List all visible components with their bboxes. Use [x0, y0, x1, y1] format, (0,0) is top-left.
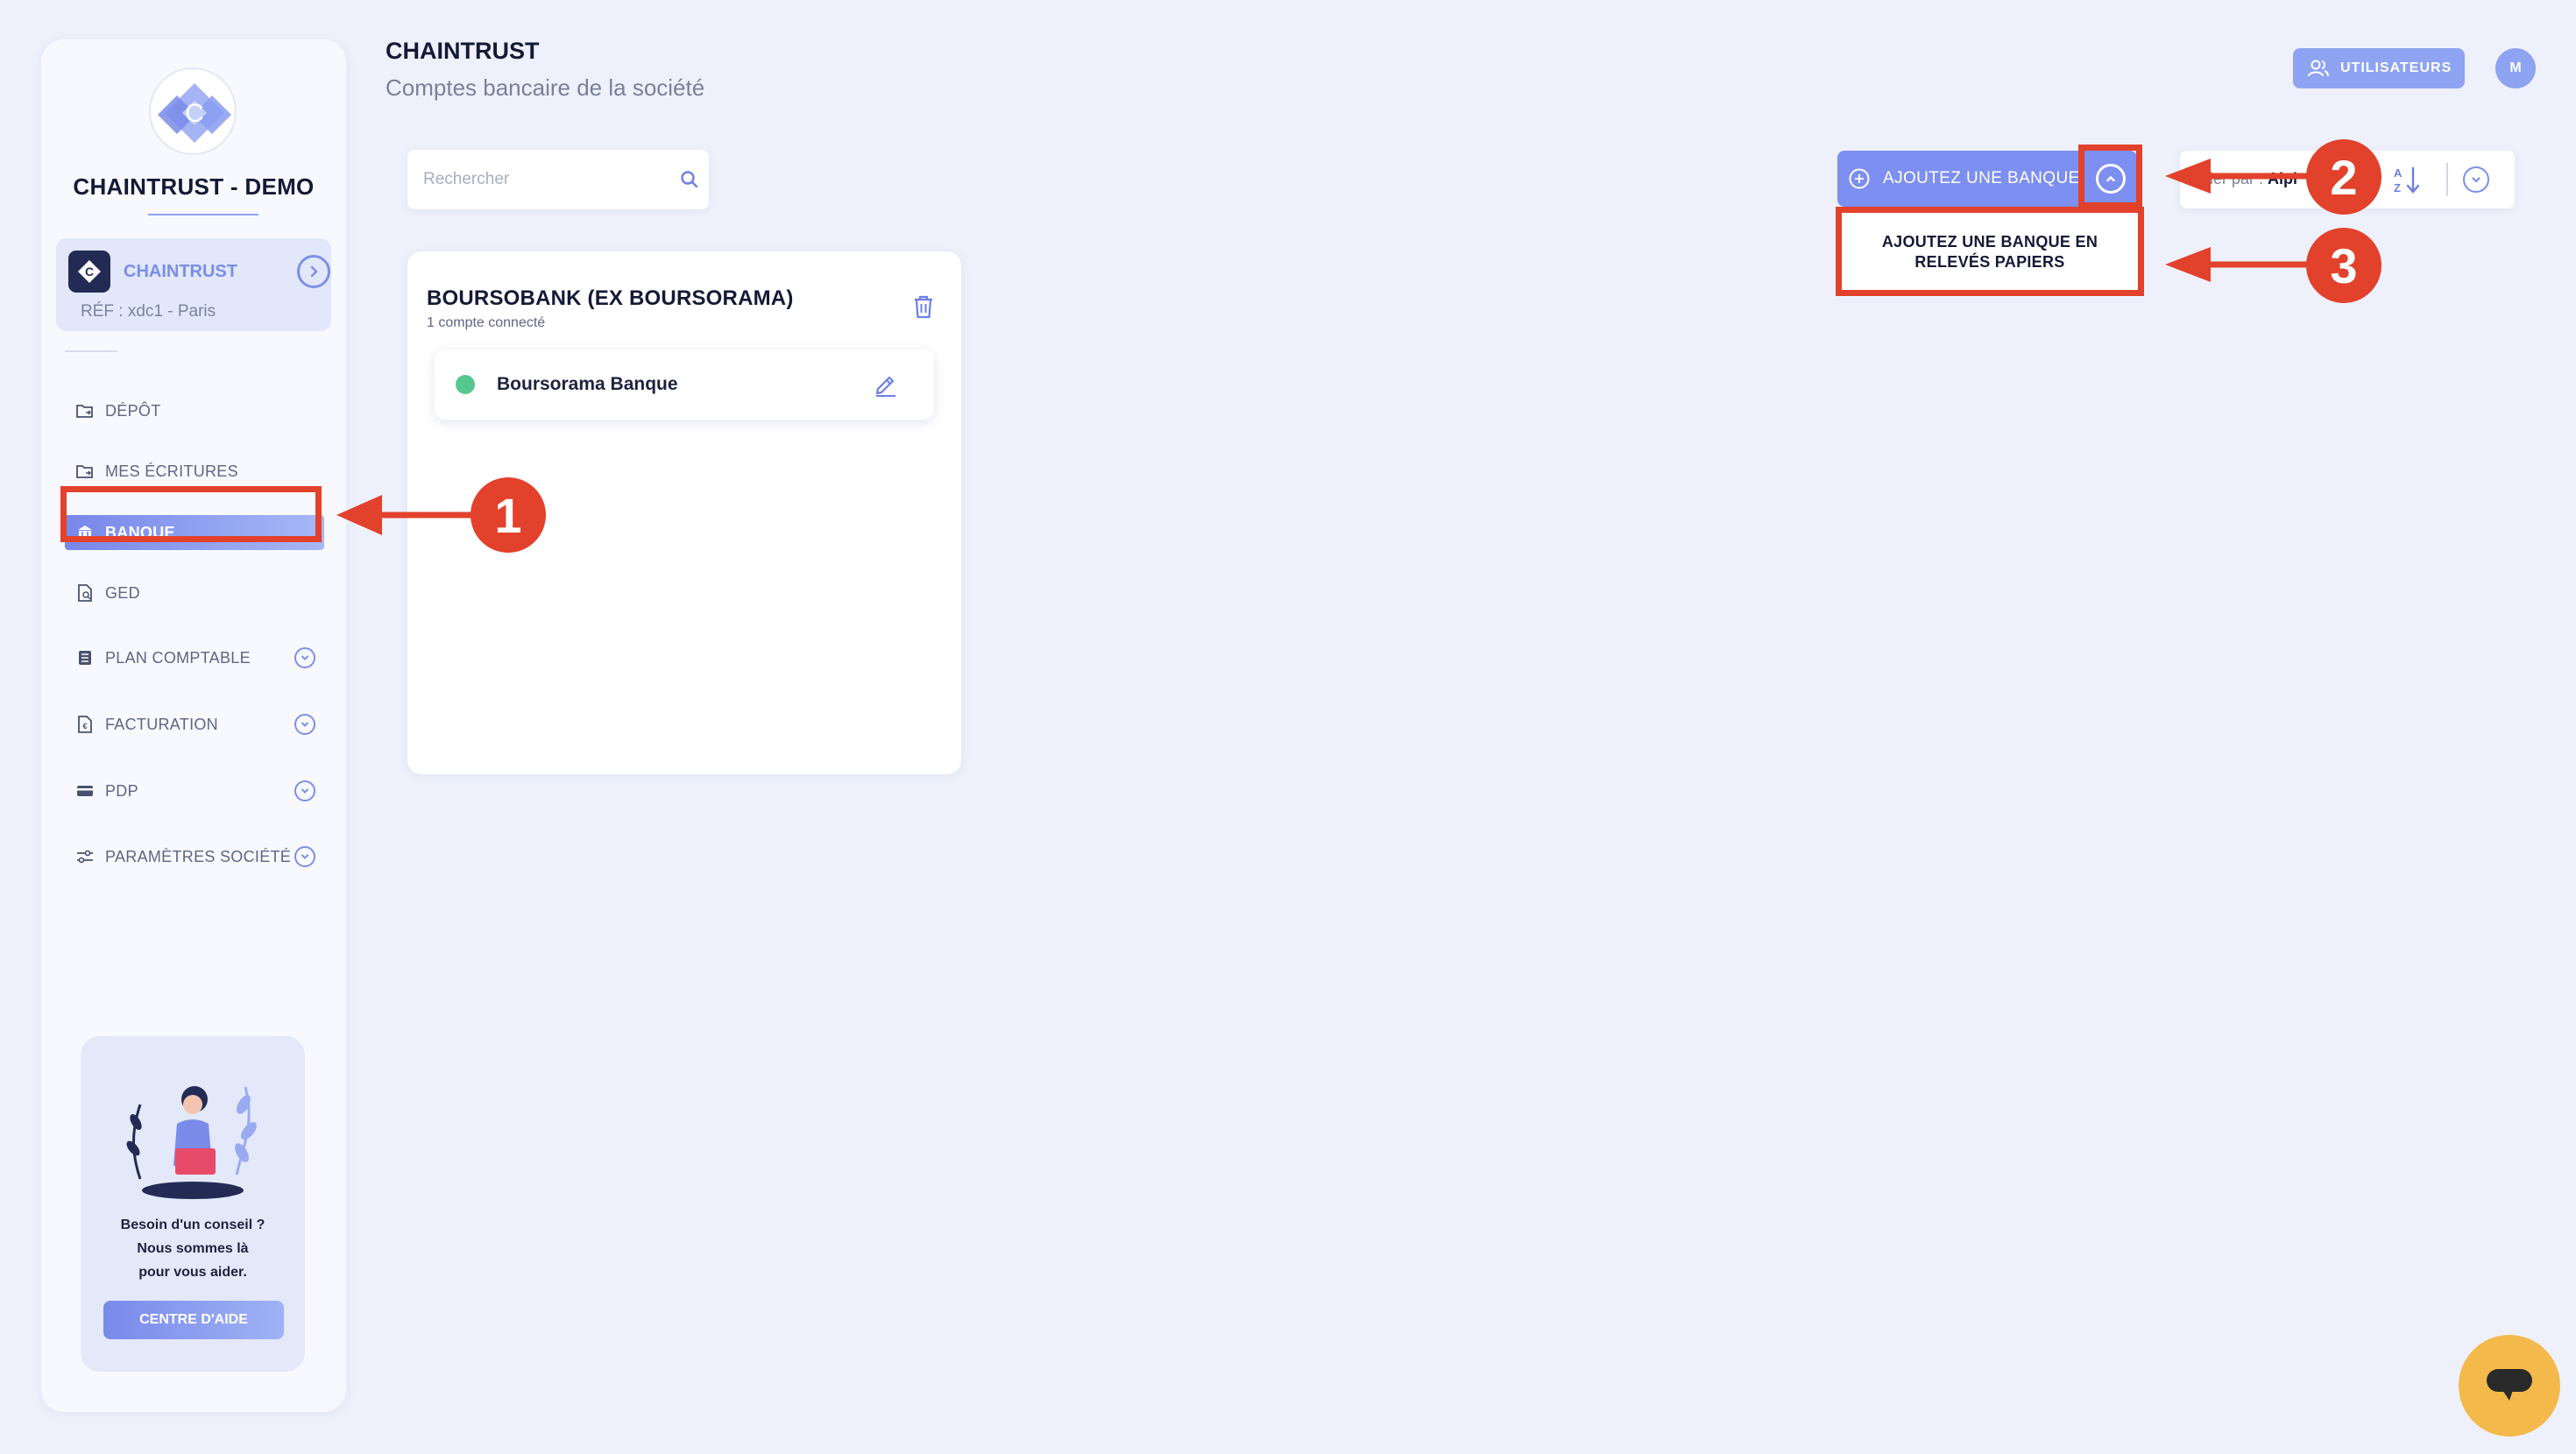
document-search-icon — [74, 582, 96, 604]
help-line-2: Nous sommes là — [137, 1241, 249, 1256]
folder-sync-icon — [74, 399, 96, 422]
sidebar-item-label: PLAN COMPTABLE — [105, 648, 251, 667]
highlight-box-3 — [1836, 207, 2144, 296]
chevron-right-icon[interactable] — [297, 255, 330, 288]
annotation-badge-1: 1 — [471, 477, 546, 553]
add-bank-label: AJOUTEZ UNE BANQUE — [1883, 169, 2080, 187]
help-text: Besoin d'un conseil ? Nous sommes là pou… — [81, 1213, 305, 1284]
svg-text:A: A — [2394, 166, 2403, 180]
sidebar-item-facturation[interactable]: € FACTURATION — [65, 707, 324, 742]
trash-icon[interactable] — [912, 293, 935, 324]
chevron-down-icon[interactable] — [294, 846, 315, 867]
bank-name: BOURSOBANK (EX BOURSORAMA) — [427, 286, 794, 310]
company-avatar: C — [68, 251, 110, 293]
company-name-underline — [148, 214, 258, 215]
sidebar-item-label: FACTURATION — [105, 715, 218, 733]
sidebar-item-parametres-societe[interactable]: PARAMÈTRES SOCIÉTÉ — [65, 839, 324, 874]
chevron-down-icon[interactable] — [2463, 166, 2489, 193]
company-switcher-card[interactable]: C CHAINTRUST RÉF : xdc1 - Paris — [56, 238, 331, 331]
sidebar-item-plan-comptable[interactable]: PLAN COMPTABLE — [65, 640, 324, 675]
chat-support-button[interactable] — [2459, 1335, 2560, 1436]
svg-text:€: € — [82, 722, 87, 731]
annotation-badge-3: 3 — [2306, 228, 2381, 303]
chat-icon — [2487, 1369, 2532, 1401]
folder-sync-icon — [74, 460, 96, 483]
svg-text:C: C — [85, 265, 94, 279]
edit-pencil-icon[interactable] — [873, 371, 899, 401]
annotation-badge-2: 2 — [2306, 139, 2381, 215]
company-reference: RÉF : xdc1 - Paris — [81, 302, 216, 321]
highlight-box-1 — [60, 486, 322, 542]
users-button[interactable]: UTILISATEURS — [2293, 48, 2465, 88]
connected-status-dot — [456, 375, 475, 394]
arrow-left-icon — [2165, 247, 2311, 282]
search-icon[interactable] — [679, 169, 700, 194]
sort-divider — [2446, 163, 2448, 196]
chevron-down-icon[interactable] — [294, 647, 315, 668]
company-logo-icon: C — [78, 260, 101, 283]
users-icon — [2307, 59, 2330, 78]
sidebar-divider — [65, 350, 117, 352]
support-illustration — [126, 1086, 257, 1199]
sidebar-item-label: GED — [105, 583, 140, 602]
company-card-title: CHAINTRUST — [124, 262, 237, 281]
sidebar: C CHAINTRUST - DEMO C CHAINTRUST RÉF : x… — [41, 39, 346, 1412]
highlight-box-2 — [2078, 145, 2142, 208]
sidebar-item-depot[interactable]: DÉPÔT — [65, 393, 324, 428]
svg-text:Z: Z — [2394, 181, 2401, 194]
chaintrust-logo[interactable]: C — [149, 67, 237, 155]
page-subtitle: Comptes bancaire de la société — [386, 74, 705, 101]
page-title: CHAINTRUST — [386, 38, 540, 64]
add-bank-button[interactable]: AJOUTEZ UNE BANQUE — [1837, 151, 2084, 207]
sidebar-item-label: DÉPÔT — [105, 401, 161, 420]
sidebar-item-mes-ecritures[interactable]: MES ÉCRITURES — [65, 454, 324, 489]
arrow-left-icon — [2165, 159, 2311, 194]
invoice-icon: € — [74, 713, 96, 736]
users-button-label: UTILISATEURS — [2340, 60, 2452, 75]
plus-circle-icon — [1848, 167, 1871, 190]
arrow-left-icon — [336, 495, 473, 535]
help-line-1: Besoin d'un conseil ? — [120, 1218, 265, 1232]
company-name: CHAINTRUST - DEMO — [73, 173, 315, 200]
search-box — [407, 150, 709, 209]
ledger-icon — [74, 646, 96, 669]
sidebar-item-ged[interactable]: GED — [65, 575, 324, 611]
help-card: Besoin d'un conseil ? Nous sommes là pou… — [81, 1036, 305, 1372]
chevron-down-icon[interactable] — [294, 714, 315, 735]
chevron-down-icon[interactable] — [294, 780, 315, 801]
svg-text:C: C — [185, 99, 204, 128]
sidebar-item-pdp[interactable]: PDP — [65, 773, 324, 808]
bank-account-count: 1 compte connecté — [427, 315, 546, 330]
chaintrust-logo-icon: C — [158, 83, 231, 143]
bank-account-name: Boursorama Banque — [497, 374, 678, 394]
sort-az-icon[interactable]: AZ — [2390, 165, 2425, 201]
card-icon — [74, 780, 96, 802]
sidebar-item-label: PDP — [105, 781, 138, 800]
bank-account-row[interactable]: Boursorama Banque — [435, 349, 934, 420]
sidebar-item-label: MES ÉCRITURES — [105, 462, 238, 480]
sidebar-item-label: PARAMÈTRES SOCIÉTÉ — [105, 847, 292, 865]
sliders-icon — [74, 845, 96, 868]
help-center-button[interactable]: CENTRE D'AIDE — [103, 1301, 284, 1339]
search-input[interactable] — [423, 166, 660, 194]
help-line-3: pour vous aider. — [138, 1265, 247, 1280]
user-avatar[interactable]: M — [2495, 48, 2536, 88]
